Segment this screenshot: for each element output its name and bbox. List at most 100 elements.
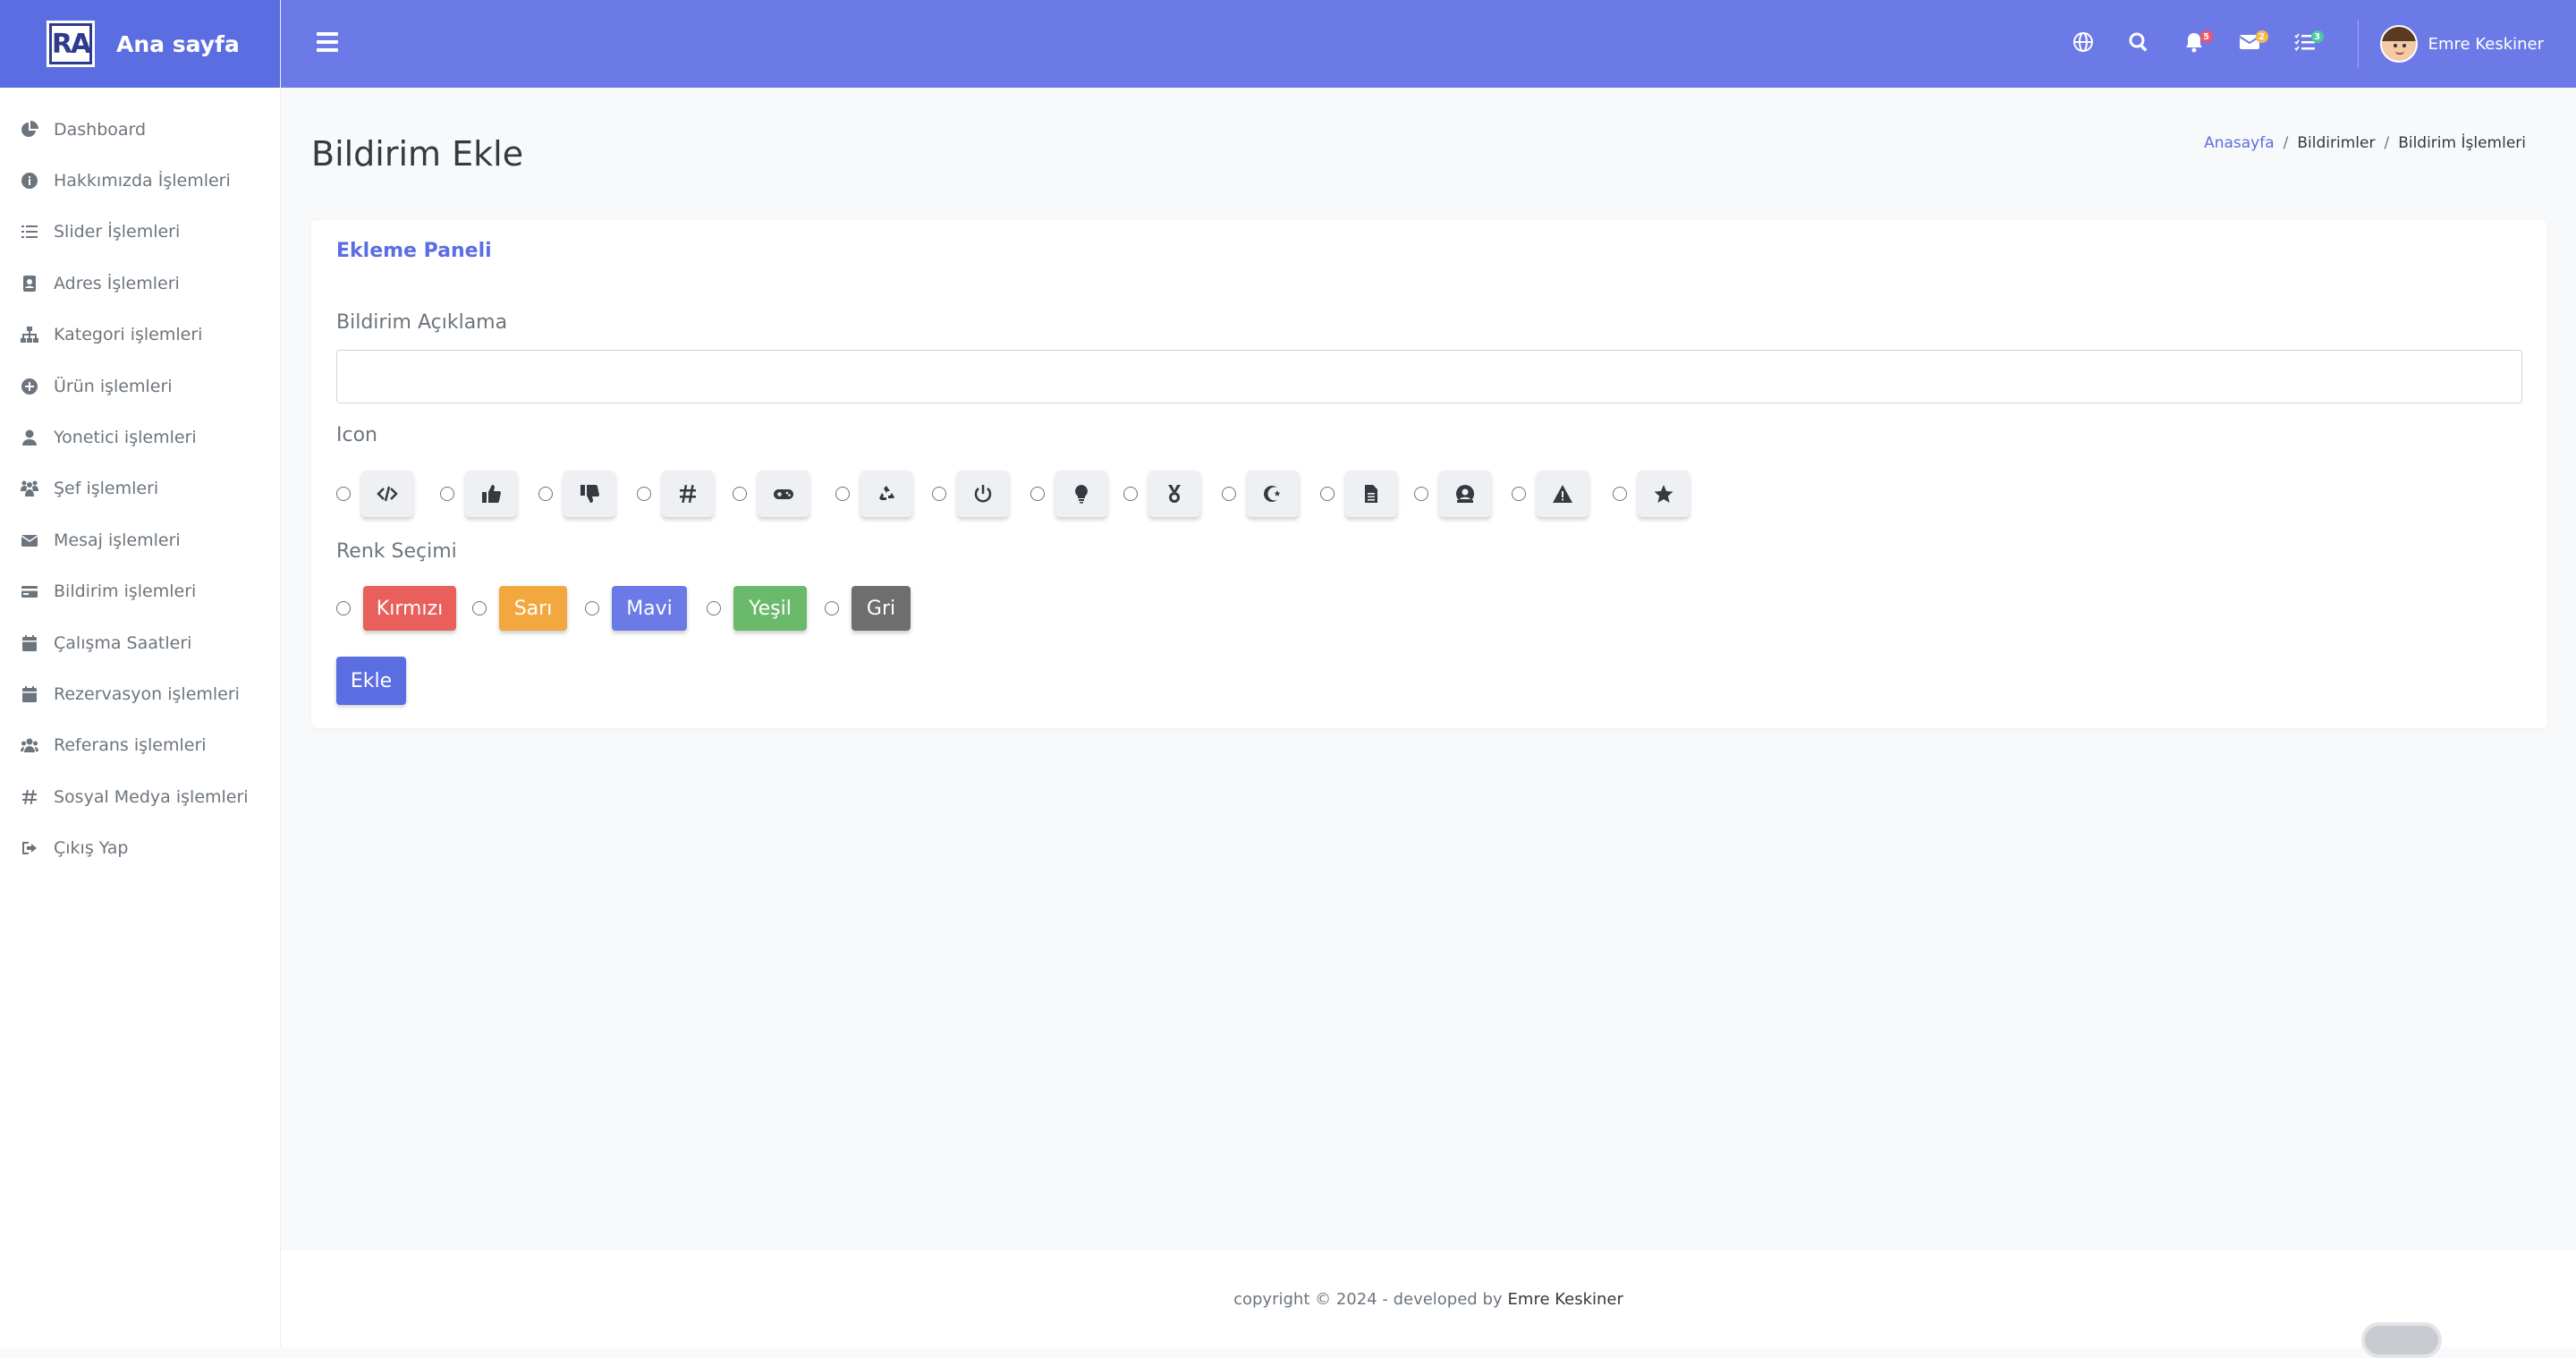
tasks-button[interactable]: 3 [2277,0,2333,88]
color-option-yellow[interactable]: Sarı [472,583,567,633]
icon-option[interactable] [1030,467,1107,521]
icon-option[interactable] [835,467,912,521]
user-name: Emre Keskiner [2428,34,2544,54]
icon-radio[interactable] [1320,487,1335,501]
tasks-badge: 3 [2310,30,2324,43]
sidebar-item-reference[interactable]: Referans işlemleri [0,720,280,771]
color-radio[interactable] [472,601,487,615]
sidebar-item-working-hours[interactable]: Çalışma Saatleri [0,617,280,668]
icon-radio[interactable] [1613,487,1627,501]
language-button[interactable] [2055,0,2111,88]
icon-radio[interactable] [1222,487,1236,501]
color-option-red[interactable]: Kırmızı [336,583,456,633]
floating-button[interactable] [2361,1322,2442,1358]
sidebar: RA Ana sayfa Dashboard Hakkımızda İşleml… [0,0,281,1347]
notifications-button[interactable]: 5 [2166,0,2222,88]
color-blue-button[interactable]: Mavi [612,586,687,631]
medal-icon[interactable] [1148,471,1200,517]
sidebar-item-label: Slider İşlemleri [54,222,181,242]
sidebar-item-social-media[interactable]: Sosyal Medya işlemleri [0,771,280,822]
icon-option[interactable] [1123,467,1200,521]
add-panel: Ekleme Paneli Bildirim Açıklama Icon Ren… [311,220,2547,728]
icon-radio[interactable] [637,487,651,501]
main-content: Bildirim Ekle Anasayfa / Bildirimler / B… [281,88,2576,1251]
description-input[interactable] [336,350,2522,403]
brand-title[interactable]: Ana sayfa [116,31,240,57]
sidebar-item-reservation[interactable]: Rezervasyon işlemleri [0,668,280,719]
lightbulb-icon[interactable] [1055,471,1107,517]
color-option-gray[interactable]: Gri [825,583,911,633]
file-icon[interactable] [1345,471,1397,517]
icon-option[interactable] [1512,467,1589,521]
icon-option[interactable] [1222,467,1299,521]
brand[interactable]: RA Ana sayfa [0,0,280,88]
gamepad-icon[interactable] [758,471,809,517]
icon-option[interactable] [538,467,615,521]
search-button[interactable] [2111,0,2166,88]
sidebar-item-admin[interactable]: Yonetici işlemleri [0,412,280,463]
user-circle-icon[interactable] [1439,471,1491,517]
sidebar-item-dashboard[interactable]: Dashboard [0,104,280,155]
icon-radio[interactable] [538,487,553,501]
icon-label: Icon [336,424,377,446]
breadcrumb-home-link[interactable]: Anasayfa [2204,134,2275,152]
thumbs-down-icon[interactable] [564,471,615,517]
sidebar-item-label: Yonetici işlemleri [54,428,197,448]
color-yellow-button[interactable]: Sarı [499,586,567,631]
icon-radio[interactable] [1414,487,1428,501]
icon-radio[interactable] [1512,487,1526,501]
user-menu[interactable]: Emre Keskiner [2379,25,2576,63]
icon-radio[interactable] [440,487,454,501]
icon-option[interactable] [733,467,809,521]
icon-radio[interactable] [932,487,946,501]
color-gray-button[interactable]: Gri [852,586,911,631]
messages-button[interactable]: 2 [2222,0,2277,88]
icon-option[interactable] [1320,467,1397,521]
sidebar-item-notifications[interactable]: Bildirim işlemleri [0,566,280,617]
footer-author: Emre Keskiner [1507,1289,1623,1309]
color-radio[interactable] [707,601,721,615]
breadcrumb-item: Bildirimler [2297,134,2376,152]
sidebar-item-logout[interactable]: Çıkış Yap [0,822,280,873]
icon-radio[interactable] [1030,487,1045,501]
code-icon[interactable] [361,471,413,517]
footer: copyright © 2024 - developed by Emre Kes… [281,1251,2576,1347]
sidebar-item-product[interactable]: Ürün işlemleri [0,361,280,412]
sidebar-item-label: Mesaj işlemleri [54,530,181,550]
color-radio[interactable] [336,601,351,615]
color-option-blue[interactable]: Mavi [585,583,687,633]
color-option-green[interactable]: Yeşil [707,583,807,633]
star-icon[interactable] [1638,471,1690,517]
color-green-button[interactable]: Yeşil [733,586,807,631]
warning-icon[interactable] [1537,471,1589,517]
icon-option[interactable] [1613,467,1690,521]
power-icon[interactable] [957,471,1009,517]
color-radio[interactable] [585,601,599,615]
icon-radio[interactable] [835,487,850,501]
sidebar-item-chef[interactable]: Şef işlemleri [0,463,280,514]
icon-option[interactable] [440,467,517,521]
thumbs-up-icon[interactable] [465,471,517,517]
icon-option[interactable] [932,467,1009,521]
submit-button[interactable]: Ekle [336,657,406,705]
icon-option[interactable] [336,467,413,521]
sidebar-item-address[interactable]: Adres İşlemleri [0,258,280,309]
icon-radio[interactable] [733,487,747,501]
color-radio[interactable] [825,601,839,615]
icon-radio[interactable] [336,487,351,501]
icon-option[interactable] [1414,467,1491,521]
breadcrumb-separator: / [2283,134,2289,152]
hashtag-icon[interactable] [662,471,714,517]
recycle-icon[interactable] [860,471,912,517]
menu-toggle-icon[interactable] [317,32,338,52]
breadcrumb-current: Bildirim İşlemleri [2398,134,2526,152]
sidebar-item-about[interactable]: Hakkımızda İşlemleri [0,155,280,206]
color-red-button[interactable]: Kırmızı [363,586,456,631]
icon-option[interactable] [637,467,714,521]
star-and-crescent-icon[interactable] [1247,471,1299,517]
sidebar-item-slider[interactable]: Slider İşlemleri [0,207,280,258]
icon-radio[interactable] [1123,487,1138,501]
sidebar-item-messages[interactable]: Mesaj işlemleri [0,514,280,565]
list-icon [20,222,39,242]
sidebar-item-category[interactable]: Kategori işlemleri [0,310,280,361]
